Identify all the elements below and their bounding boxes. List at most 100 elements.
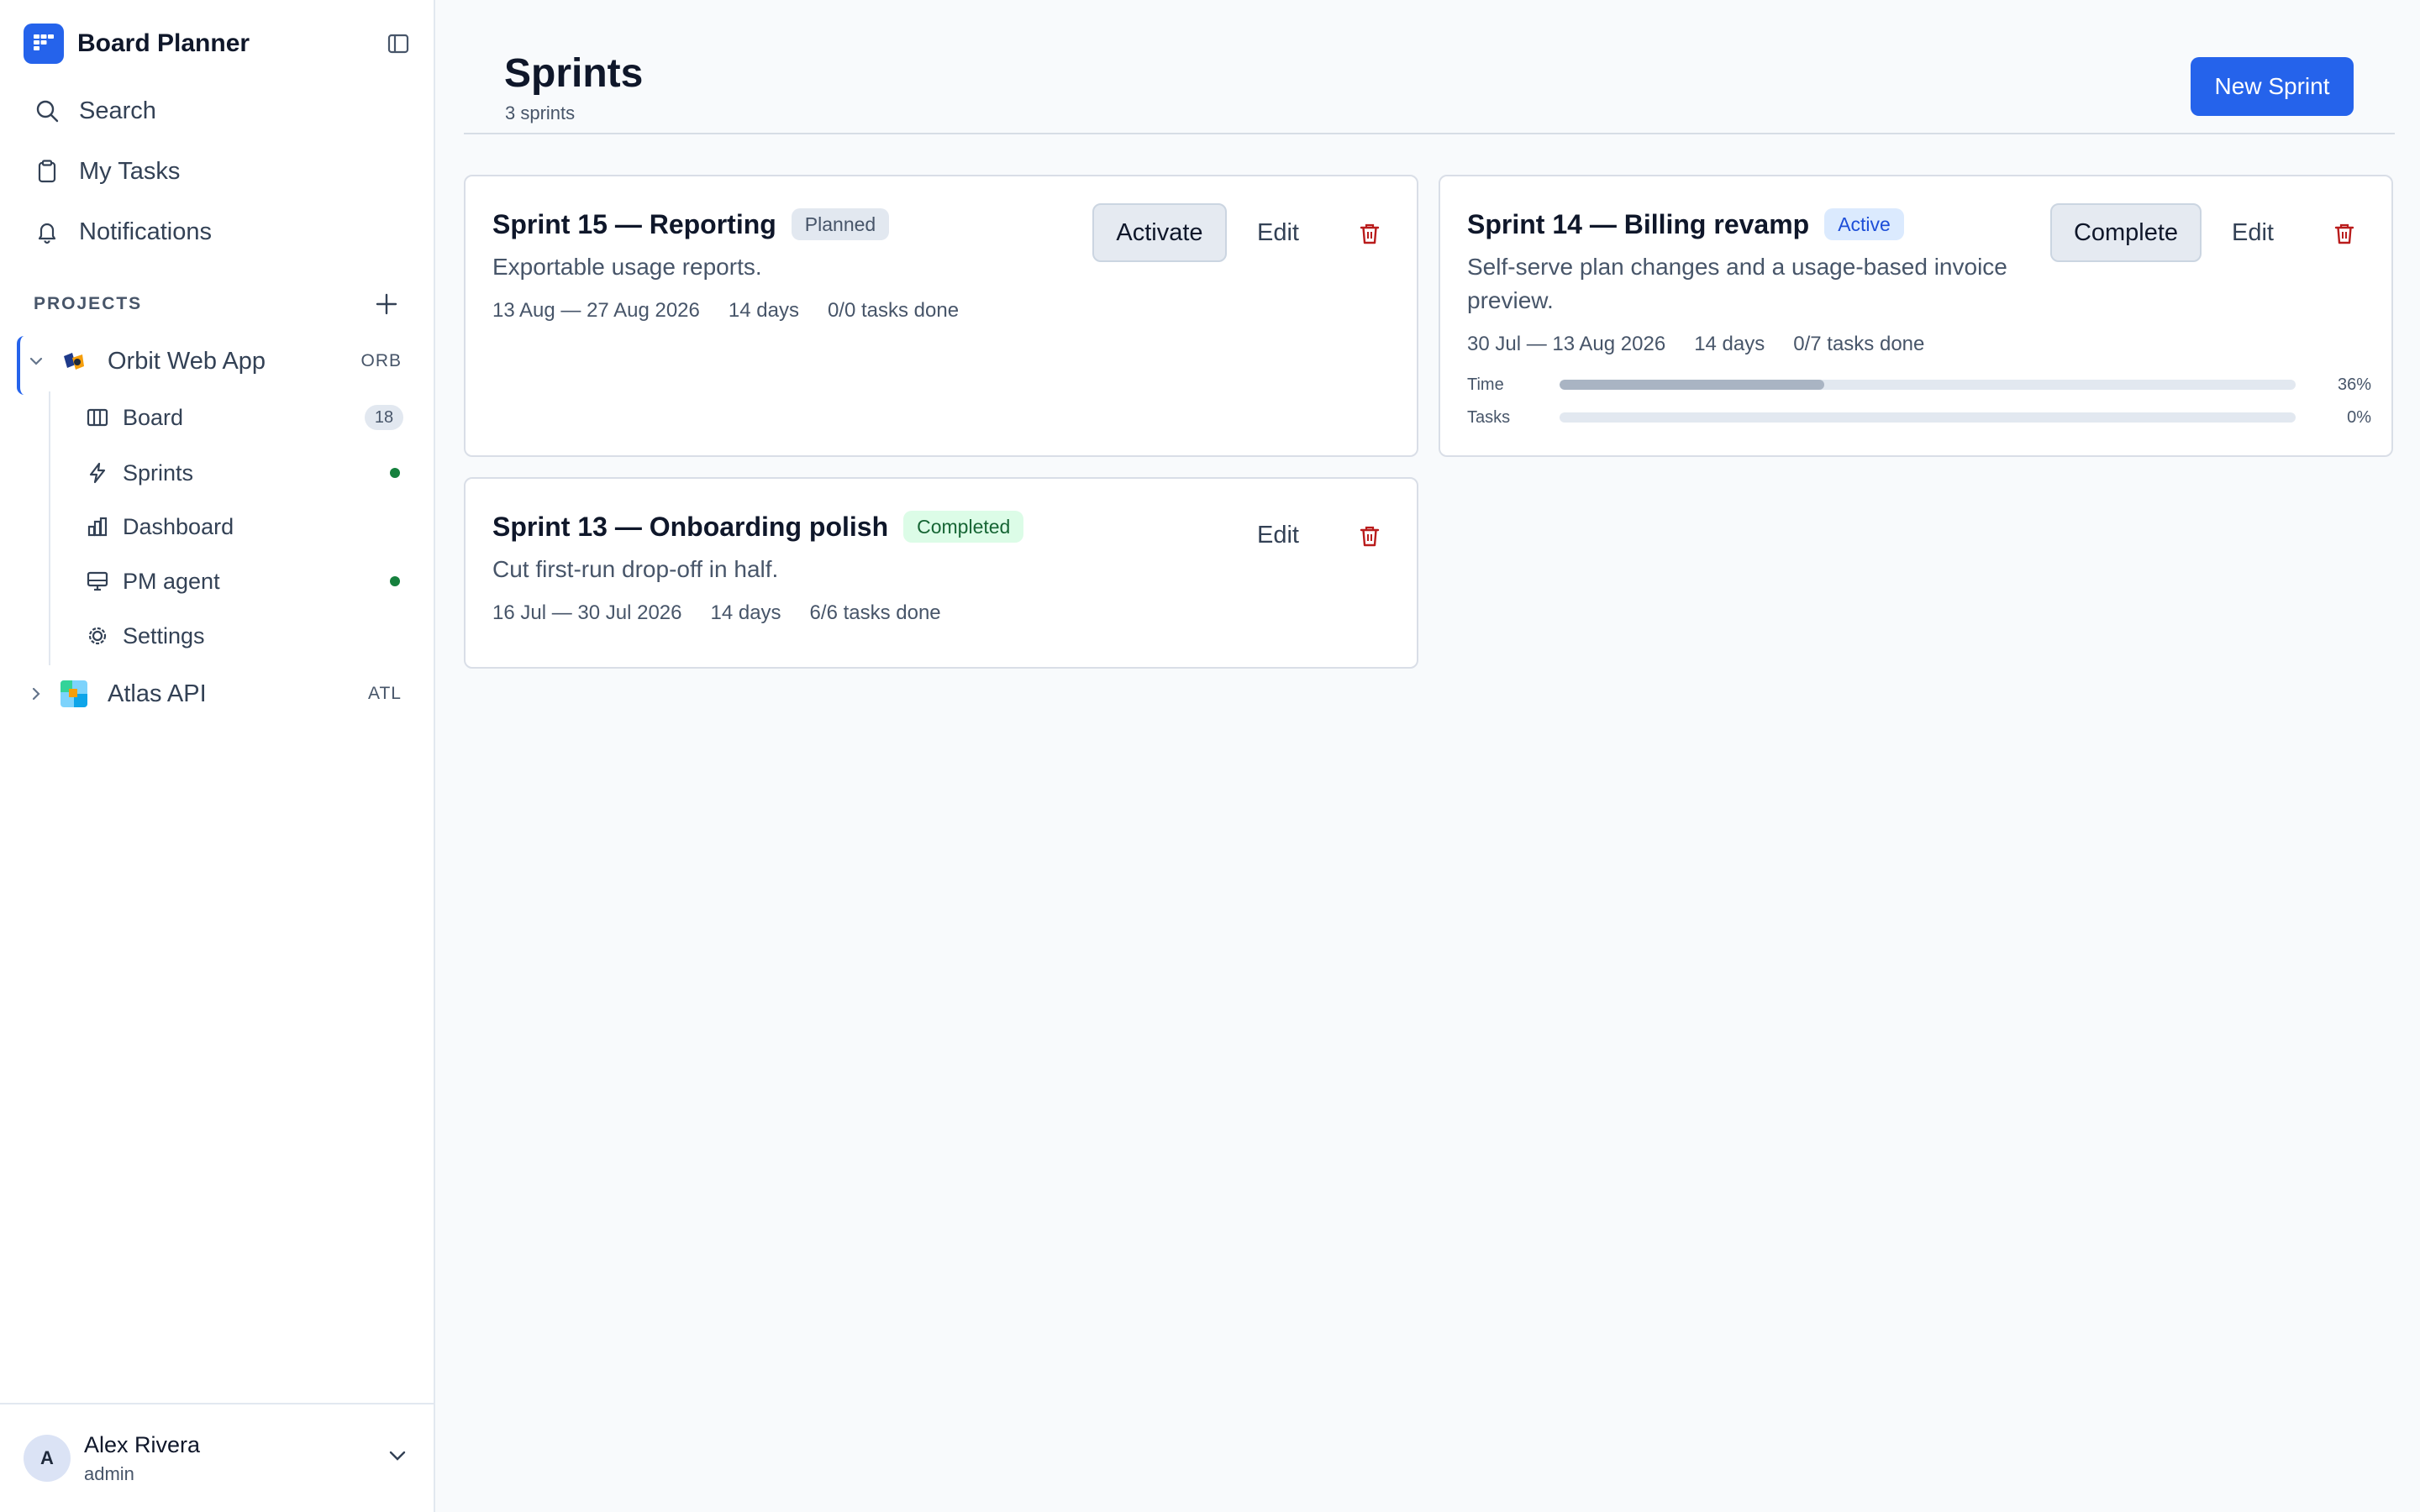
nav-notifications-label: Notifications xyxy=(79,218,212,245)
clipboard-icon xyxy=(24,159,71,184)
tasks-progress: Tasks 0% xyxy=(1467,407,2371,428)
plus-icon xyxy=(376,293,397,315)
nav-search-label: Search xyxy=(79,97,156,124)
new-sprint-button[interactable]: New Sprint xyxy=(2191,57,2354,116)
lightning-icon xyxy=(81,461,114,485)
board-logo-icon xyxy=(24,24,64,64)
time-progress: Time 36% xyxy=(1467,375,2371,395)
sprint-count: 3 sprints xyxy=(505,102,576,123)
nav-my-tasks-label: My Tasks xyxy=(79,157,181,185)
project-atlas-api[interactable]: Atlas API ATL xyxy=(17,669,412,719)
time-progress-fill xyxy=(1560,380,1825,390)
sprint-card: Sprint 14 — Billing revamp Active Self-s… xyxy=(1439,175,2393,457)
sprint-title: Sprint 15 — Reporting xyxy=(492,208,776,239)
header-divider xyxy=(464,133,2395,134)
atlas-project-image xyxy=(60,680,87,707)
sprint-title: Sprint 14 — Billing revamp xyxy=(1467,208,1810,239)
project-key: ORB xyxy=(360,351,402,370)
progress-track xyxy=(1560,412,2296,423)
orbit-project-image xyxy=(60,348,87,375)
chevron-down-icon[interactable] xyxy=(387,1445,408,1471)
chevron-right-icon[interactable] xyxy=(17,685,55,702)
status-badge: Planned xyxy=(791,208,890,240)
sidebar-item-label: Dashboard xyxy=(123,513,234,539)
delete-button[interactable] xyxy=(1351,215,1388,252)
sprint-description: Cut first-run drop-off in half. xyxy=(492,556,779,582)
sprint-dates: 13 Aug — 27 Aug 2026 xyxy=(492,299,700,322)
search-icon xyxy=(24,98,71,123)
columns-icon xyxy=(81,406,114,429)
page-title: Sprints xyxy=(504,51,644,96)
progress-value: 0% xyxy=(2347,407,2371,427)
sidebar-item-sprints[interactable]: Sprints xyxy=(81,449,412,496)
status-dot xyxy=(390,468,400,478)
sprint-dates: 16 Jul — 30 Jul 2026 xyxy=(492,601,682,624)
app-title: Board Planner xyxy=(77,29,250,57)
sprint-tasks: 6/6 tasks done xyxy=(809,601,941,624)
sidebar-item-board[interactable]: Board 18 xyxy=(81,394,412,441)
project-name: Orbit Web App xyxy=(108,347,266,375)
project-orbit-web-app[interactable]: Orbit Web App ORB xyxy=(17,336,412,395)
user-name: Alex Rivera xyxy=(84,1431,201,1457)
edit-button[interactable]: Edit xyxy=(2213,203,2292,262)
nav-my-tasks[interactable]: My Tasks xyxy=(24,146,412,197)
sidebar-item-label: Settings xyxy=(123,622,205,648)
edit-button[interactable]: Edit xyxy=(1239,506,1318,564)
project-key: ATL xyxy=(368,684,402,703)
chevron-down-icon[interactable] xyxy=(17,353,55,370)
sprint-meta: 16 Jul — 30 Jul 2026 14 days 6/6 tasks d… xyxy=(492,601,970,625)
sprint-card: Sprint 15 — Reporting Planned Exportable… xyxy=(464,175,1418,457)
sidebar-item-label: PM agent xyxy=(123,568,220,594)
sprint-card: Sprint 13 — Onboarding polish Completed … xyxy=(464,477,1418,669)
sidebar-item-dashboard[interactable]: Dashboard xyxy=(81,503,412,550)
user-role: admin xyxy=(84,1462,134,1484)
gear-icon xyxy=(81,624,114,648)
trash-icon xyxy=(2334,223,2354,244)
projects-section-label: PROJECTS xyxy=(34,294,143,313)
sidebar-item-label: Sprints xyxy=(123,459,194,486)
sprint-title: Sprint 13 — Onboarding polish xyxy=(492,511,889,542)
complete-button[interactable]: Complete xyxy=(2050,203,2202,262)
nav-notifications[interactable]: Notifications xyxy=(24,207,412,257)
progress-value: 36% xyxy=(2337,375,2371,394)
sprint-tasks: 0/7 tasks done xyxy=(1793,333,1925,355)
bell-icon xyxy=(24,219,71,244)
sprint-duration: 14 days xyxy=(1694,333,1765,355)
sprint-dates: 30 Jul — 13 Aug 2026 xyxy=(1467,333,1666,355)
sprint-tasks: 0/0 tasks done xyxy=(827,299,960,322)
main-content: Sprints 3 sprints New Sprint Sprint 15 —… xyxy=(437,0,2420,1512)
trash-icon xyxy=(1360,223,1380,244)
delete-button[interactable] xyxy=(1351,517,1388,554)
monitor-icon xyxy=(81,570,114,593)
status-dot xyxy=(390,576,400,586)
board-count-badge: 18 xyxy=(365,405,403,430)
sprint-description: Exportable usage reports. xyxy=(492,254,762,280)
sidebar-item-settings[interactable]: Settings xyxy=(81,612,412,659)
sprint-duration: 14 days xyxy=(728,299,799,322)
progress-track xyxy=(1560,380,2296,390)
project-name: Atlas API xyxy=(108,680,207,707)
sprint-duration: 14 days xyxy=(710,601,781,624)
delete-button[interactable] xyxy=(2326,215,2363,252)
edit-button[interactable]: Edit xyxy=(1239,203,1318,262)
status-badge: Active xyxy=(1824,208,1904,240)
sidebar-toggle-button[interactable] xyxy=(385,30,412,57)
sprint-description: Self-serve plan changes and a usage-base… xyxy=(1467,254,2007,313)
brand: Board Planner xyxy=(24,24,412,64)
status-badge: Completed xyxy=(903,511,1024,543)
add-project-button[interactable] xyxy=(371,289,402,319)
progress-label: Time xyxy=(1467,375,1504,394)
sidebar-item-label: Board xyxy=(123,404,184,430)
avatar: A xyxy=(24,1435,71,1482)
progress-label: Tasks xyxy=(1467,407,1511,427)
sprint-meta: 13 Aug — 27 Aug 2026 14 days 0/0 tasks d… xyxy=(492,299,987,323)
user-menu[interactable]: A Alex Rivera admin xyxy=(0,1403,434,1512)
activate-button[interactable]: Activate xyxy=(1092,203,1227,262)
bar-chart-icon xyxy=(81,515,114,538)
trash-icon xyxy=(1360,526,1380,547)
sidebar: Board Planner Search My Tasks Notificati… xyxy=(0,0,435,1512)
sprint-meta: 30 Jul — 13 Aug 2026 14 days 0/7 tasks d… xyxy=(1467,333,1953,356)
project-tree-line xyxy=(49,391,50,665)
sidebar-item-pm-agent[interactable]: PM agent xyxy=(81,558,412,605)
nav-search[interactable]: Search xyxy=(24,86,412,136)
